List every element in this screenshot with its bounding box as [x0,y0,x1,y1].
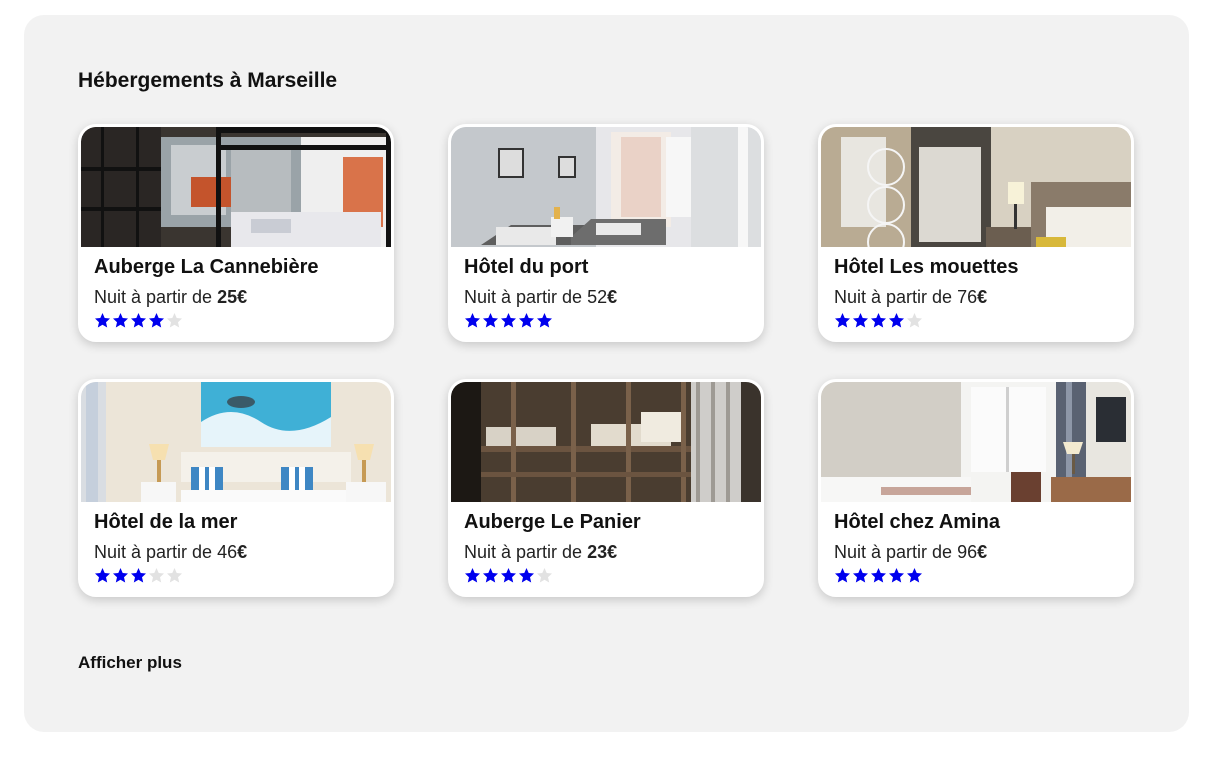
price-currency: € [977,287,988,307]
star-empty-icon [537,568,552,583]
hotel-price: Nuit à partir de 76€ [834,287,987,308]
star-filled-icon [871,568,886,583]
hotel-price: Nuit à partir de 96€ [834,542,987,563]
price-currency: € [977,542,988,562]
price-amount: 25 [217,287,238,307]
star-filled-icon [519,568,534,583]
hotel-price: Nuit à partir de 23€ [464,542,617,563]
star-filled-icon [853,313,868,328]
star-filled-icon [149,313,164,328]
star-filled-icon [835,568,850,583]
star-filled-icon [131,568,146,583]
price-amount: 96 [957,542,978,562]
star-filled-icon [519,313,534,328]
star-filled-icon [871,313,886,328]
hotel-photo [451,382,761,502]
accommodations-section: Hébergements à Marseille Auberge La Cann… [24,15,1189,732]
price-prefix: Nuit à partir de [834,542,958,562]
price-prefix: Nuit à partir de [464,287,588,307]
price-amount: 46 [217,542,238,562]
star-filled-icon [95,568,110,583]
hotel-price: Nuit à partir de 52€ [464,287,617,308]
price-currency: € [237,287,248,307]
hotel-name: Auberge Le Panier [464,511,641,533]
hotel-photo [451,127,761,247]
star-filled-icon [465,568,480,583]
hotel-name: Hôtel Les mouettes [834,256,1019,278]
star-filled-icon [131,313,146,328]
star-rating [94,312,183,332]
price-amount: 52 [587,287,608,307]
hotel-card[interactable]: Hôtel du port Nuit à partir de 52€ [448,124,764,342]
price-amount: 76 [957,287,978,307]
star-filled-icon [113,313,128,328]
price-amount: 23 [587,542,608,562]
star-filled-icon [483,313,498,328]
star-filled-icon [889,313,904,328]
star-filled-icon [853,568,868,583]
hotel-photo [821,127,1131,247]
star-filled-icon [95,313,110,328]
show-more-link[interactable]: Afficher plus [78,653,182,673]
hotel-photo [81,382,391,502]
star-filled-icon [465,313,480,328]
star-rating [464,567,553,587]
hotel-card[interactable]: Hôtel chez Amina Nuit à partir de 96€ [818,379,1134,597]
price-prefix: Nuit à partir de [94,542,218,562]
hotel-price: Nuit à partir de 46€ [94,542,247,563]
star-rating [94,567,183,587]
star-rating [834,567,923,587]
star-empty-icon [149,568,164,583]
star-rating [464,312,553,332]
hotel-name: Auberge La Cannebière [94,256,319,278]
section-title: Hébergements à Marseille [78,69,338,92]
hotel-name: Hôtel du port [464,256,589,278]
price-currency: € [607,287,618,307]
star-filled-icon [501,568,516,583]
price-prefix: Nuit à partir de [464,542,588,562]
price-prefix: Nuit à partir de [834,287,958,307]
hotel-name: Hôtel chez Amina [834,511,1000,533]
star-filled-icon [537,313,552,328]
price-currency: € [237,542,248,562]
hotel-photo [821,382,1131,502]
hotel-card[interactable]: Auberge Le Panier Nuit à partir de 23€ [448,379,764,597]
star-filled-icon [907,568,922,583]
price-prefix: Nuit à partir de [94,287,218,307]
star-empty-icon [167,568,182,583]
star-filled-icon [501,313,516,328]
star-filled-icon [889,568,904,583]
hotel-photo [81,127,391,247]
star-empty-icon [907,313,922,328]
hotel-card[interactable]: Auberge La Cannebière Nuit à partir de 2… [78,124,394,342]
star-rating [834,312,923,332]
star-empty-icon [167,313,182,328]
hotel-price: Nuit à partir de 25€ [94,287,247,308]
star-filled-icon [113,568,128,583]
star-filled-icon [835,313,850,328]
hotel-card[interactable]: Hôtel Les mouettes Nuit à partir de 76€ [818,124,1134,342]
hotel-card[interactable]: Hôtel de la mer Nuit à partir de 46€ [78,379,394,597]
star-filled-icon [483,568,498,583]
price-currency: € [607,542,618,562]
hotel-name: Hôtel de la mer [94,511,238,533]
